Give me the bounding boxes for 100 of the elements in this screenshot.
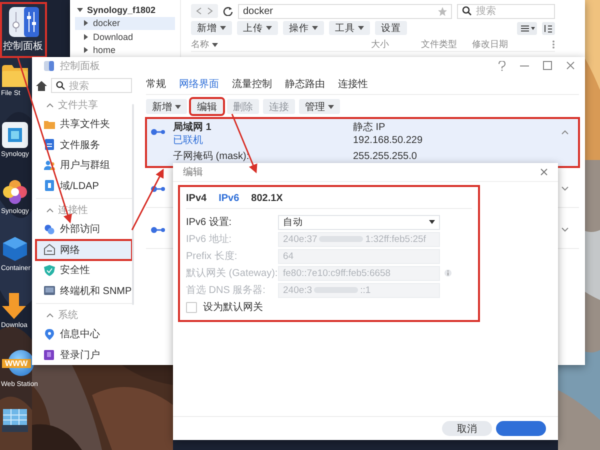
chevron-down-icon xyxy=(561,186,569,192)
close-icon[interactable] xyxy=(566,61,575,70)
window-icon xyxy=(44,60,54,70)
tab[interactable]: 流量控制 xyxy=(232,77,272,91)
window-title: 控制面板 xyxy=(60,60,100,72)
dropdown[interactable]: 自动 xyxy=(278,214,440,230)
sidebar-item[interactable]: 登录门户 xyxy=(36,344,132,365)
link-icon xyxy=(44,224,55,235)
help-icon[interactable] xyxy=(498,60,506,70)
input-field: fe80::7e10:c9ff:feb5:6658 xyxy=(278,266,440,280)
caret-down-icon xyxy=(429,220,435,224)
id-card-icon xyxy=(44,180,55,192)
path-field[interactable]: docker xyxy=(238,4,452,18)
cancel-button[interactable]: 取消 xyxy=(442,421,492,436)
caret-down-icon xyxy=(312,25,318,31)
sidebar-item[interactable]: 安全性 xyxy=(36,260,132,280)
tab[interactable]: IPv4 xyxy=(186,192,207,204)
connection-icon xyxy=(151,227,165,233)
caret-down-icon xyxy=(266,25,272,31)
caret-right-icon xyxy=(83,20,89,26)
tab[interactable]: 连接性 xyxy=(338,77,368,91)
sidebar-item[interactable]: 文件服务 xyxy=(36,134,132,155)
checkbox-label[interactable]: 设为默认网关 xyxy=(203,300,263,314)
interface-row[interactable]: 局域网 1 已联机 子网掩码 (mask): 静态 IP 192.168.50.229 255.255.255.0 xyxy=(146,118,579,167)
tab[interactable]: 静态路由 xyxy=(285,77,325,91)
toolbar-button[interactable]: 新增 xyxy=(191,21,232,35)
tree-item[interactable]: Synology_f1802 xyxy=(75,4,175,16)
dialog-title: 编辑 xyxy=(183,166,203,179)
field-label: IPv6 设置: xyxy=(186,216,233,229)
sidebar-item[interactable]: 外部访问 xyxy=(36,219,132,240)
tab[interactable]: 802.1X xyxy=(251,192,283,204)
sidebar-item[interactable]: 终端机和 SNMP xyxy=(36,280,132,301)
chevron-up-icon xyxy=(46,312,54,318)
input-field: 240e:37 1:32ff:feb5:25f xyxy=(278,232,440,246)
refresh-icon[interactable] xyxy=(223,6,233,16)
input-field: 240e:3 ::1 xyxy=(278,282,440,298)
tree-item[interactable]: Download xyxy=(75,30,175,43)
search-icon xyxy=(56,81,65,90)
nav-buttons[interactable] xyxy=(191,4,218,18)
primary-button[interactable] xyxy=(496,421,546,436)
field-value: 255.255.255.0 xyxy=(353,150,418,163)
tree-item[interactable]: docker xyxy=(75,17,175,30)
status-text: 已联机 xyxy=(173,134,204,147)
caret-down-icon xyxy=(358,25,364,31)
field-label: 子网掩码 (mask): xyxy=(173,150,250,163)
toolbar-button[interactable]: 管理 xyxy=(299,99,340,114)
chevron-down-icon xyxy=(561,227,569,233)
star-icon[interactable] xyxy=(438,6,447,16)
column-header[interactable]: 文件类型 xyxy=(421,38,472,51)
pin-icon xyxy=(44,328,55,340)
annotation-arrow xyxy=(131,168,164,230)
caret-down-icon xyxy=(220,25,226,31)
close-icon[interactable] xyxy=(540,168,548,176)
chevron-up-icon xyxy=(46,102,54,108)
toolbar-button[interactable]: 新增 xyxy=(146,99,187,114)
caret-down-icon xyxy=(77,7,83,14)
sidebar-item[interactable]: 共享文件夹 xyxy=(36,114,132,134)
home-icon[interactable] xyxy=(36,80,47,90)
monitor-icon xyxy=(44,285,55,296)
field-value: 静态 IP xyxy=(353,121,386,134)
caret-down-icon xyxy=(328,104,334,110)
back-icon xyxy=(196,7,202,15)
field-label: Prefix 长度: xyxy=(186,250,238,263)
connection-icon xyxy=(151,129,165,135)
search-icon xyxy=(462,6,472,16)
interface-name: 局域网 1 xyxy=(173,121,212,134)
column-header[interactable]: 大小 xyxy=(371,38,421,51)
sidebar-item[interactable]: 信息中心 xyxy=(36,324,132,344)
input-field: 64 xyxy=(278,248,440,264)
sort-icon[interactable] xyxy=(542,22,555,34)
column-header[interactable]: 名称 xyxy=(191,38,371,51)
toolbar-button[interactable]: 设置 xyxy=(375,21,407,35)
tab[interactable]: 网络界面 xyxy=(179,77,219,91)
more-icon[interactable] xyxy=(552,40,555,49)
chevron-up-icon xyxy=(561,129,569,135)
toolbar-button[interactable]: 上传 xyxy=(237,21,278,35)
maximize-icon[interactable] xyxy=(543,61,552,70)
checkbox[interactable] xyxy=(186,302,197,312)
toolbar-button[interactable]: 编辑 xyxy=(191,99,223,114)
toolbar-button[interactable]: 工具 xyxy=(329,21,370,35)
sidebar-item[interactable]: 用户与群组 xyxy=(36,155,132,176)
chevron-up-icon xyxy=(46,207,54,213)
sidebar-item[interactable]: 域/LDAP xyxy=(36,176,132,196)
shield-icon xyxy=(44,264,55,276)
caret-down-icon xyxy=(212,42,218,48)
tab[interactable]: 常规 xyxy=(146,77,166,91)
field-label: IPv6 地址: xyxy=(186,232,233,246)
forward-icon xyxy=(207,7,213,15)
column-header[interactable]: 修改日期 xyxy=(472,38,552,51)
sidebar-item[interactable]: 网络 xyxy=(36,240,132,260)
field-value: 192.168.50.229 xyxy=(353,134,424,147)
users-icon xyxy=(44,160,55,171)
folder-icon xyxy=(44,118,55,130)
tree-item[interactable]: home xyxy=(75,44,175,56)
toolbar-button[interactable]: 操作 xyxy=(283,21,324,35)
portal-icon xyxy=(44,349,55,360)
caret-down-icon xyxy=(175,104,181,110)
list-view-icon[interactable] xyxy=(517,22,537,34)
field-label: 首选 DNS 服务器: xyxy=(186,284,266,297)
tab[interactable]: IPv6 xyxy=(218,192,240,204)
